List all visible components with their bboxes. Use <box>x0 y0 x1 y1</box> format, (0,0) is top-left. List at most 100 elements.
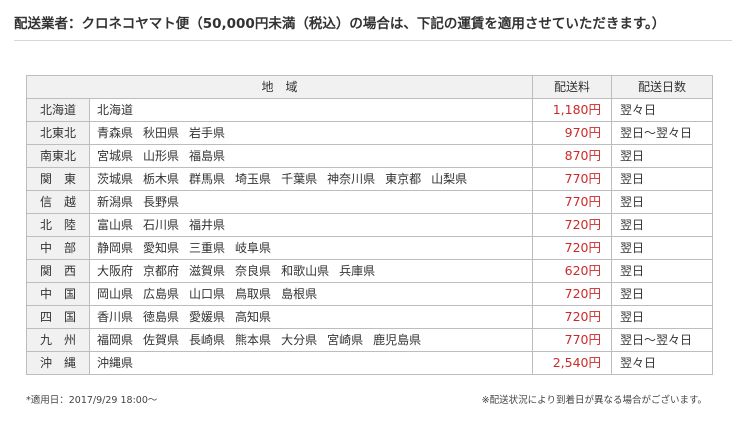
region-cell: 北東北 <box>26 121 90 145</box>
prefecture-cell: 香川県 徳島県 愛媛県 高知県 <box>88 305 534 329</box>
prefecture-name: 滋賀県 <box>189 264 226 278</box>
table-row: 信 越新潟県 長野県 770円 翌日 <box>26 190 714 214</box>
delivery-days-cell: 翌日 <box>611 144 714 168</box>
fee-cell: 770円 <box>532 167 613 191</box>
prefecture-name: 栃木県 <box>143 172 180 186</box>
header-area: 地 域 <box>25 75 534 99</box>
delivery-days-cell: 翌日 <box>611 305 714 329</box>
prefecture-name: 京都府 <box>143 264 180 278</box>
table-row: 北海道 北海道 1,180円 翌々日 <box>26 98 714 122</box>
prefecture-name: 島根県 <box>281 287 318 301</box>
prefecture-cell: 北海道 <box>88 98 534 122</box>
header-days: 配送日数 <box>611 75 714 99</box>
prefecture-name: 佐賀県 <box>143 333 180 347</box>
prefecture-name: 沖縄県 <box>97 356 134 370</box>
delivery-days-cell: 翌日～翌々日 <box>611 328 714 352</box>
prefecture-name: 鳥取県 <box>235 287 272 301</box>
fee-cell: 770円 <box>532 328 613 352</box>
prefecture-name: 東京都 <box>385 172 422 186</box>
prefecture-name: 大分県 <box>281 333 318 347</box>
prefecture-cell: 富山県 石川県 福井県 <box>88 213 534 237</box>
table-row: 中 部静岡県 愛知県 三重県 岐阜県 720円 翌日 <box>26 236 714 260</box>
prefecture-cell: 新潟県 長野県 <box>88 190 534 214</box>
prefecture-name: 群馬県 <box>189 172 226 186</box>
region-cell: 関 東 <box>26 167 90 191</box>
prefecture-name: 岡山県 <box>97 287 134 301</box>
table-row: 北東北 青森県 秋田県 岩手県 970円 翌日～翌々日 <box>26 121 714 145</box>
prefecture-name: 新潟県 <box>97 195 134 209</box>
prefecture-name: 宮城県 <box>97 149 134 163</box>
prefecture-cell: 青森県 秋田県 岩手県 <box>88 121 534 145</box>
prefecture-name: 埼玉県 <box>235 172 272 186</box>
prefecture-name: 徳島県 <box>143 310 180 324</box>
table-row: 関 東茨城県 栃木県 群馬県 埼玉県 千葉県 神奈川県 東京都 山梨県 770円 翌日 <box>26 167 714 191</box>
prefecture-name: 和歌山県 <box>281 264 330 278</box>
region-cell: 関 西 <box>26 259 90 283</box>
region-cell: 九 州 <box>26 328 90 352</box>
region-cell: 信 越 <box>26 190 90 214</box>
delivery-notice: ※配送状況により到着日が異なる場合がございます。 <box>481 395 707 406</box>
fee-cell: 720円 <box>532 305 613 329</box>
prefecture-name: 宮崎県 <box>327 333 364 347</box>
prefecture-name: 富山県 <box>97 218 134 232</box>
prefecture-name: 神奈川県 <box>327 172 376 186</box>
fee-cell: 720円 <box>532 282 613 306</box>
prefecture-name: 愛知県 <box>143 241 180 255</box>
delivery-days-cell: 翌日～翌々日 <box>611 121 714 145</box>
region-cell: 北海道 <box>26 98 90 122</box>
prefecture-name: 秋田県 <box>143 126 180 140</box>
prefecture-name: 三重県 <box>189 241 226 255</box>
region-cell: 四 国 <box>26 305 90 329</box>
prefecture-cell: 茨城県 栃木県 群馬県 埼玉県 千葉県 神奈川県 東京都 山梨県 <box>88 167 534 191</box>
table-row: 沖 縄沖縄県 2,540円 翌々日 <box>26 351 714 375</box>
table-row: 中 国岡山県 広島県 山口県 鳥取県 島根県 720円 翌日 <box>26 282 714 306</box>
fee-cell: 970円 <box>532 121 613 145</box>
prefecture-name: 山形県 <box>143 149 180 163</box>
prefecture-name: 茨城県 <box>97 172 134 186</box>
prefecture-name: 兵庫県 <box>339 264 376 278</box>
fee-cell: 1,180円 <box>532 98 613 122</box>
table-row: 関 西大阪府 京都府 滋賀県 奈良県 和歌山県 兵庫県 620円 翌日 <box>26 259 714 283</box>
prefecture-cell: 大阪府 京都府 滋賀県 奈良県 和歌山県 兵庫県 <box>88 259 534 283</box>
prefecture-name: 福井県 <box>189 218 226 232</box>
fee-cell: 720円 <box>532 236 613 260</box>
delivery-days-cell: 翌日 <box>611 167 714 191</box>
fee-cell: 620円 <box>532 259 613 283</box>
prefecture-name: 鹿児島県 <box>373 333 422 347</box>
region-cell: 北 陸 <box>26 213 90 237</box>
table-row: 北 陸富山県 石川県 福井県 720円 翌日 <box>26 213 714 237</box>
prefecture-cell: 沖縄県 <box>88 351 534 375</box>
prefecture-name: 長崎県 <box>189 333 226 347</box>
prefecture-name: 山梨県 <box>431 172 468 186</box>
prefecture-cell: 静岡県 愛知県 三重県 岐阜県 <box>88 236 534 260</box>
prefecture-name: 北海道 <box>97 103 134 117</box>
delivery-days-cell: 翌日 <box>611 282 714 306</box>
region-cell: 南東北 <box>26 144 90 168</box>
table-row: 南東北 宮城県 山形県 福島県 870円 翌日 <box>26 144 714 168</box>
region-cell: 沖 縄 <box>26 351 90 375</box>
prefecture-name: 奈良県 <box>235 264 272 278</box>
prefecture-cell: 宮城県 山形県 福島県 <box>88 144 534 168</box>
delivery-days-cell: 翌々日 <box>611 351 714 375</box>
prefecture-name: 岩手県 <box>189 126 226 140</box>
table-row: 九 州福岡県 佐賀県 長崎県 熊本県 大分県 宮崎県 鹿児島県 770円 翌日～翌々日 <box>26 328 714 352</box>
prefecture-name: 福島県 <box>189 149 226 163</box>
prefecture-cell: 福岡県 佐賀県 長崎県 熊本県 大分県 宮崎県 鹿児島県 <box>88 328 534 352</box>
table-header-row: 地 域 配送料 配送日数 <box>25 75 714 99</box>
prefecture-name: 長野県 <box>143 195 180 209</box>
fee-cell: 770円 <box>532 190 613 214</box>
table-body: 北海道 北海道 1,180円 翌々日 北東北 青森県 秋田県 岩手県 970円 翌日～翌々日 南東北… <box>26 98 714 375</box>
table-row: 四 国香川県 徳島県 愛媛県 高知県 720円 翌日 <box>26 305 714 329</box>
delivery-days-cell: 翌日 <box>611 213 714 237</box>
prefecture-name: 香川県 <box>97 310 134 324</box>
prefecture-name: 福岡県 <box>97 333 134 347</box>
region-cell: 中 部 <box>26 236 90 260</box>
fee-cell: 870円 <box>532 144 613 168</box>
header-fee: 配送料 <box>532 75 613 99</box>
delivery-days-cell: 翌日 <box>611 259 714 283</box>
page-heading: 配送業者：クロネコヤマト便（50,000円未満（税込）の場合は、下記の運賃を適用… <box>14 16 666 32</box>
prefecture-name: 愛媛県 <box>189 310 226 324</box>
delivery-days-cell: 翌日 <box>611 236 714 260</box>
prefecture-name: 石川県 <box>143 218 180 232</box>
fee-cell: 720円 <box>532 213 613 237</box>
